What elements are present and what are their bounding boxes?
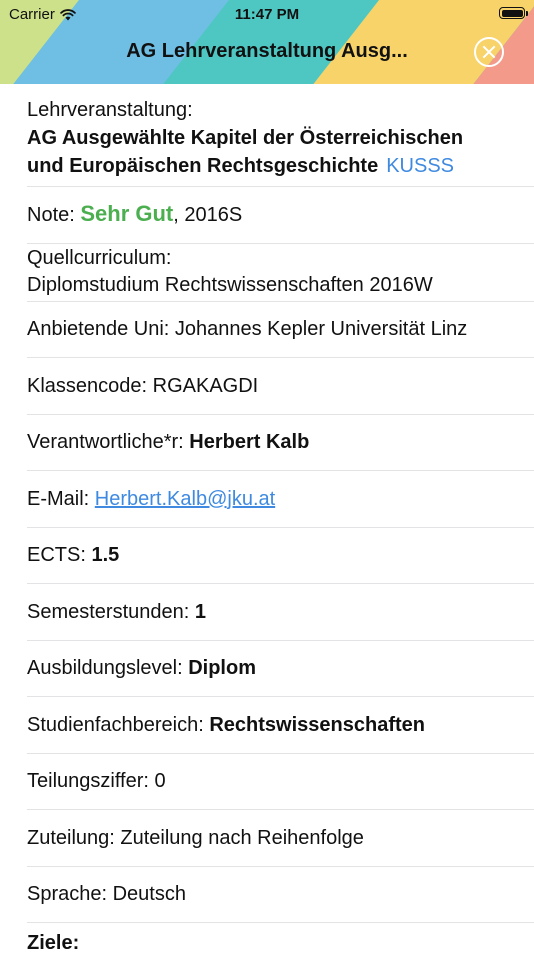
responsible-label: Verantwortliche*r: — [27, 431, 190, 454]
education-level-label: Ausbildungslevel: — [27, 657, 189, 680]
email-wrap: E-Mail: Herbert.Kalb@jku.at — [27, 485, 520, 513]
responsible-value: Herbert Kalb — [189, 431, 310, 454]
clock: 11:47 PM — [234, 6, 300, 23]
list-item-responsible: Verantwortliche*r: Herbert Kalb — [27, 415, 534, 471]
list-item-grade: Note: Sehr Gut, 2016S — [27, 187, 534, 244]
responsible-wrap: Verantwortliche*r: Herbert Kalb — [27, 428, 520, 456]
course-name-line2-wrap: und Europäischen Rechtsgeschichte KUSSS — [27, 152, 520, 180]
email-label: E-Mail: — [27, 487, 95, 510]
list-item-email: E-Mail: Herbert.Kalb@jku.at — [27, 471, 534, 528]
semester-hours-label: Semesterstunden: — [27, 600, 195, 623]
page-title: AG Lehrveranstaltung Ausg... — [126, 40, 408, 62]
grade-semester: , 2016S — [173, 204, 243, 227]
split-number-text: Teilungsziffer: 0 — [27, 770, 166, 793]
kusss-link[interactable]: KUSSS — [386, 155, 454, 177]
allocation-text: Zuteilung: Zuteilung nach Reihenfolge — [27, 826, 364, 849]
list-item-ects: ECTS: 1.5 — [27, 528, 534, 584]
field-value: Rechtswissenschaften — [209, 713, 425, 736]
battery-icon — [499, 7, 528, 19]
list-item-university: Anbietende Uni: Johannes Kepler Universi… — [27, 302, 534, 358]
grade-value: Sehr Gut — [80, 201, 174, 227]
list-item-language: Sprache: Deutsch — [27, 867, 534, 923]
close-button[interactable] — [474, 37, 504, 67]
list-item-course: Lehrveranstaltung: AG Ausgewählte Kapite… — [27, 84, 534, 187]
university-text: Anbietende Uni: Johannes Kepler Universi… — [27, 318, 468, 341]
class-code-text: Klassencode: RGAKAGDI — [27, 374, 259, 397]
status-bar: Carrier 11:47 PM — [0, 0, 534, 30]
course-name-line1: AG Ausgewählte Kapitel der Österreichisc… — [27, 127, 464, 149]
grade-wrap: Note: Sehr Gut, 2016S — [27, 200, 520, 229]
list-item-allocation: Zuteilung: Zuteilung nach Reihenfolge — [27, 810, 534, 867]
field-wrap: Studienfachbereich: Rechtswissenschaften — [27, 711, 520, 739]
email-link[interactable]: Herbert.Kalb@jku.at — [95, 488, 275, 510]
grade-label: Note: — [27, 204, 81, 227]
list-item-curriculum: Quellcurriculum: Diplomstudium Rechtswis… — [27, 244, 534, 302]
education-level-wrap: Ausbildungslevel: Diplom — [27, 654, 520, 682]
list-item-semester-hours: Semesterstunden: 1 — [27, 584, 534, 641]
curriculum-label: Quellcurriculum: — [27, 247, 172, 269]
goals-label: Ziele: — [27, 932, 80, 954]
navigation-header: Carrier 11:47 PM AG Lehrveranstaltung Au… — [0, 0, 534, 84]
list-item-field: Studienfachbereich: Rechtswissenschaften — [27, 697, 534, 754]
ects-value: 1.5 — [91, 544, 120, 567]
course-name-line2: und Europäischen Rechtsgeschichte — [27, 155, 379, 177]
field-label: Studienfachbereich: — [27, 713, 210, 736]
language-text: Sprache: Deutsch — [27, 883, 186, 906]
semester-hours-wrap: Semesterstunden: 1 — [27, 598, 520, 626]
education-level-value: Diplom — [188, 657, 256, 680]
list-item-education-level: Ausbildungslevel: Diplom — [27, 641, 534, 697]
semester-hours-value: 1 — [194, 600, 206, 623]
list-item-split-number: Teilungsziffer: 0 — [27, 754, 534, 810]
ects-wrap: ECTS: 1.5 — [27, 541, 520, 569]
list-item-goals: Ziele: — [27, 923, 534, 954]
detail-list: Lehrveranstaltung: AG Ausgewählte Kapite… — [0, 84, 534, 954]
ects-label: ECTS: — [27, 544, 92, 567]
course-label: Lehrveranstaltung: — [27, 99, 193, 121]
curriculum-value: Diplomstudium Rechtswissenschaften 2016W — [27, 274, 433, 296]
list-item-class-code: Klassencode: RGAKAGDI — [27, 358, 534, 415]
